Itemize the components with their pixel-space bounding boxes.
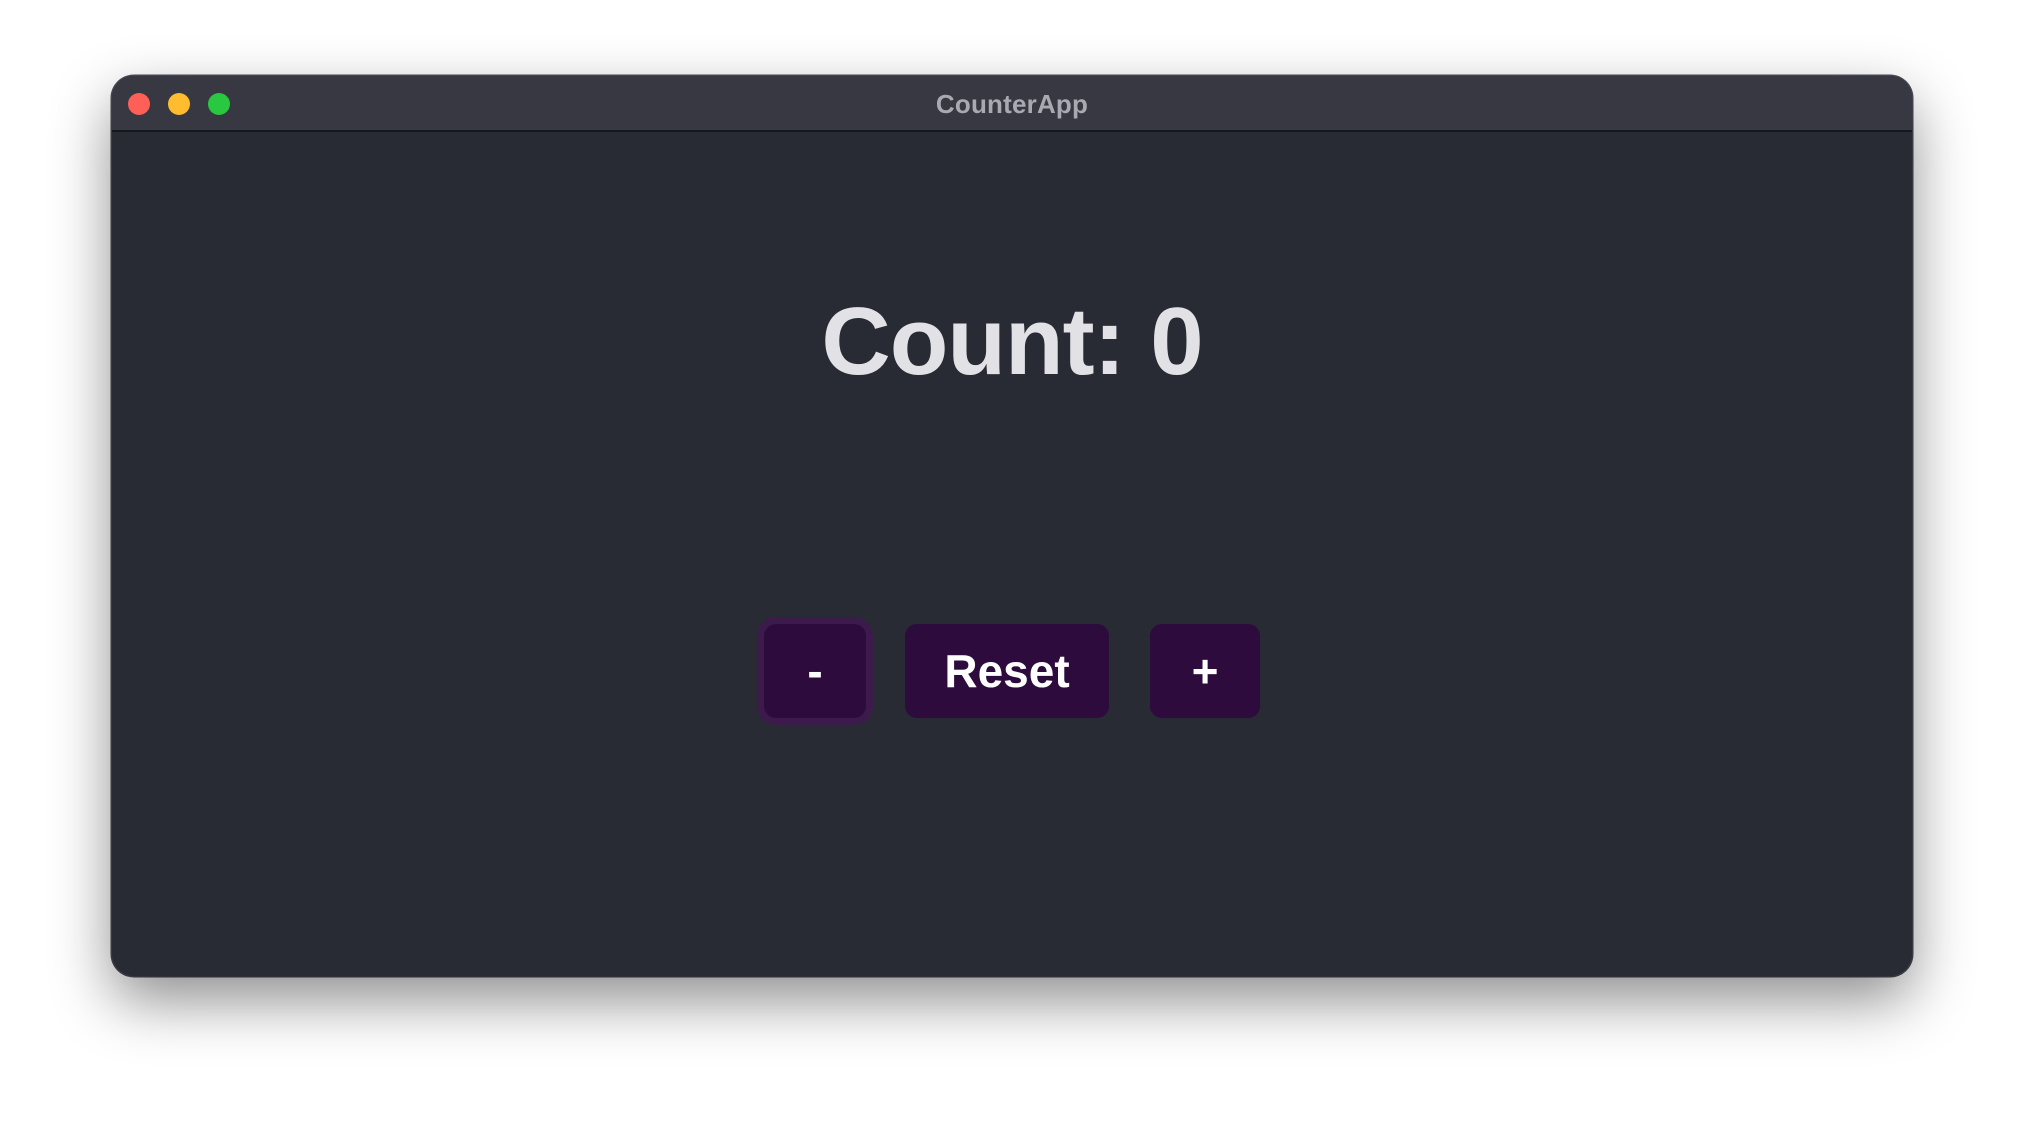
button-row: - Reset + [112,132,1912,976]
increment-button-label: + [1191,645,1219,697]
decrement-button[interactable]: - [764,624,866,718]
reset-button-label: Reset [944,645,1070,697]
title-bar: CounterApp [112,76,1912,132]
reset-button[interactable]: Reset [905,624,1109,718]
app-window: CounterApp Count: 0 - Reset + [112,76,1912,976]
main-content: Count: 0 - Reset + [112,132,1912,976]
window-title: CounterApp [935,89,1089,119]
increment-button[interactable]: + [1150,624,1260,718]
decrement-button-label: - [807,645,823,697]
